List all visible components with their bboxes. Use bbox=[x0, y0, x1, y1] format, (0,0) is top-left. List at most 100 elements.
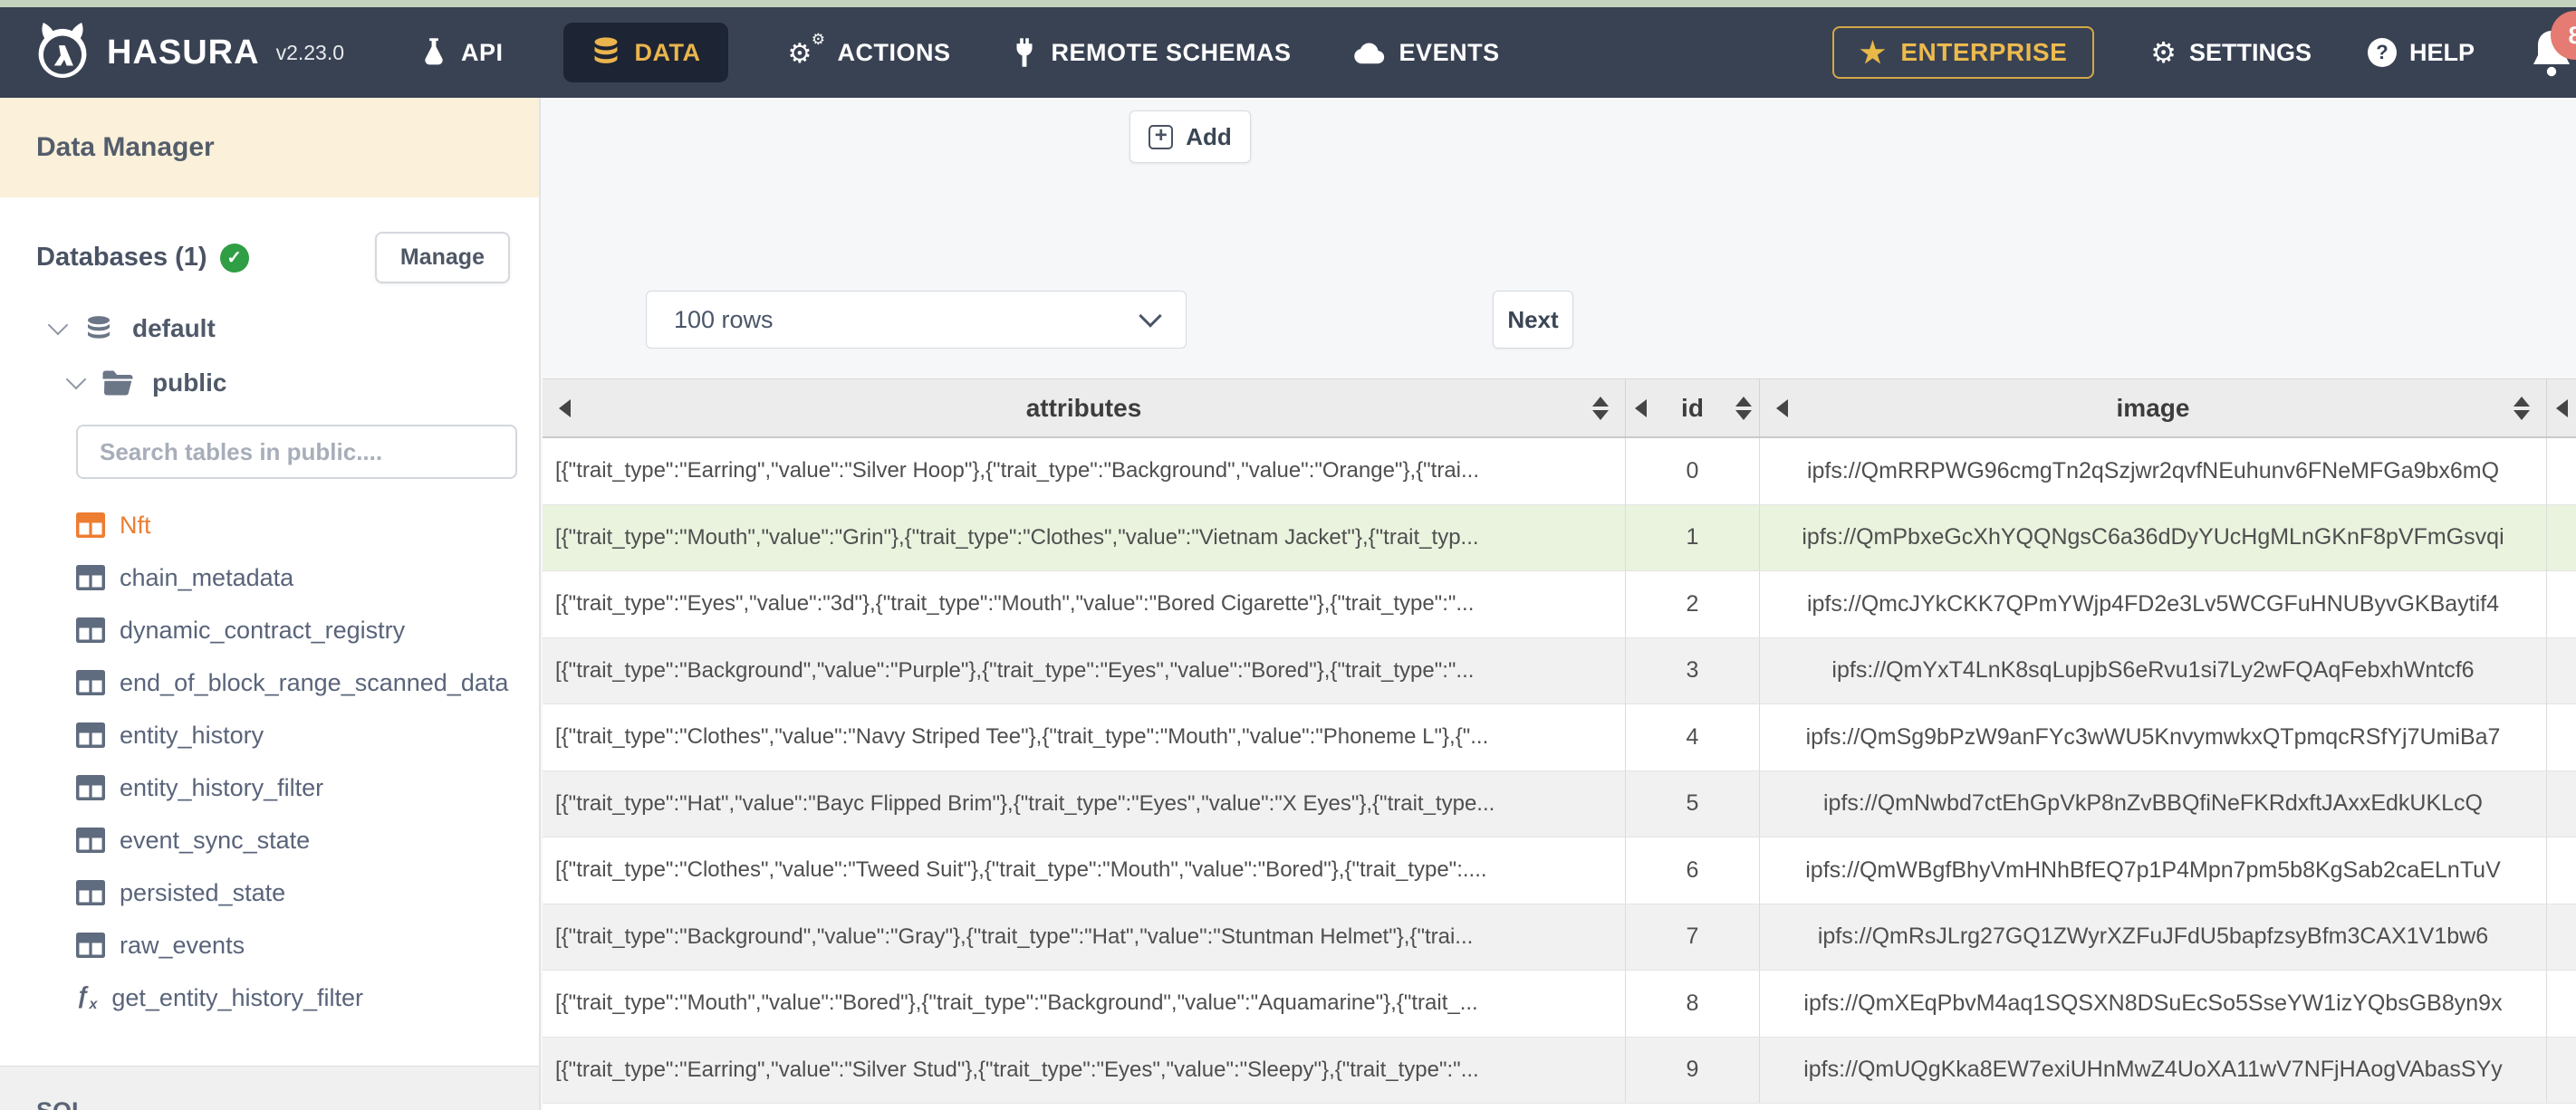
table-row-9[interactable]: [{"trait_type":"Earring","value":"Silver… bbox=[543, 1037, 2576, 1104]
cell-clipped[interactable] bbox=[2547, 438, 2576, 504]
chevron-down-icon[interactable] bbox=[65, 368, 87, 390]
cell-id[interactable]: 9 bbox=[1626, 1037, 1760, 1103]
cell-clipped[interactable] bbox=[2547, 505, 2576, 571]
sql-link[interactable]: SQL bbox=[36, 1097, 539, 1110]
sidebar-table-entity_history_filter[interactable]: entity_history_filter bbox=[0, 761, 539, 814]
cell-image[interactable]: ipfs://QmcJYkCKK7QPmYWjp4FD2e3Lv5WCGFuHN… bbox=[1760, 571, 2547, 637]
cell-image[interactable]: ipfs://QmPbxeGcXhYQQNgsC6a36dDyYUcHgMLnG… bbox=[1760, 504, 2547, 570]
cell-clipped[interactable] bbox=[2547, 771, 2576, 837]
column-header-attributes[interactable]: attributes bbox=[543, 379, 1626, 436]
cell-attributes[interactable]: [{"trait_type":"Earring","value":"Silver… bbox=[543, 1037, 1626, 1103]
cell-clipped[interactable] bbox=[2547, 704, 2576, 770]
cell-id[interactable]: 7 bbox=[1626, 904, 1760, 970]
rows-per-page-select[interactable]: 100 rows bbox=[646, 291, 1187, 349]
collapse-column-icon[interactable] bbox=[1776, 398, 1788, 417]
sidebar-bottom-panel: SQL bbox=[0, 1066, 539, 1110]
collapse-column-icon[interactable] bbox=[559, 398, 571, 417]
cell-attributes[interactable]: [{"trait_type":"Background","value":"Gra… bbox=[543, 904, 1626, 970]
cell-clipped[interactable] bbox=[2547, 1038, 2576, 1104]
sidebar-table-get_entity_history_filter[interactable]: ƒx get_entity_history_filter bbox=[0, 971, 539, 1024]
nav-item-events[interactable]: EVENTS bbox=[1351, 39, 1500, 67]
cell-attributes[interactable]: [{"trait_type":"Eyes","value":"3d"},{"tr… bbox=[543, 571, 1626, 637]
table-row-2[interactable]: [{"trait_type":"Eyes","value":"3d"},{"tr… bbox=[543, 571, 2576, 638]
next-page-button[interactable]: Next bbox=[1493, 291, 1573, 349]
manage-button[interactable]: Manage bbox=[374, 232, 510, 283]
column-header-image[interactable]: image bbox=[1760, 379, 2547, 436]
collapse-column-icon[interactable] bbox=[1635, 398, 1647, 417]
cell-id[interactable]: 6 bbox=[1626, 837, 1760, 904]
table-icon bbox=[76, 933, 105, 958]
cell-attributes[interactable]: [{"trait_type":"Hat","value":"Bayc Flipp… bbox=[543, 770, 1626, 837]
table-row-4[interactable]: [{"trait_type":"Clothes","value":"Navy S… bbox=[543, 704, 2576, 771]
collapse-column-icon[interactable] bbox=[2556, 398, 2568, 417]
cell-clipped[interactable] bbox=[2547, 638, 2576, 704]
sidebar-table-dynamic_contract_registry[interactable]: dynamic_contract_registry bbox=[0, 604, 539, 656]
cell-image[interactable]: ipfs://QmRRPWG96cmgTn2qSzjwr2qvfNEuhunv6… bbox=[1760, 438, 2547, 504]
table-row-3[interactable]: [{"trait_type":"Background","value":"Pur… bbox=[543, 637, 2576, 704]
cell-id[interactable]: 2 bbox=[1626, 571, 1760, 637]
sidebar-table-raw_events[interactable]: raw_events bbox=[0, 919, 539, 971]
tree-item-schema[interactable]: public bbox=[65, 368, 539, 397]
sort-icon[interactable] bbox=[1735, 396, 1752, 420]
enterprise-button[interactable]: ★ ENTERPRISE bbox=[1832, 26, 2095, 79]
cell-image[interactable]: ipfs://QmWBgfBhyVmHNhBfEQ7p1P4Mpn7pm5b8K… bbox=[1760, 837, 2547, 904]
table-row-7[interactable]: [{"trait_type":"Background","value":"Gra… bbox=[543, 904, 2576, 971]
sort-icon[interactable] bbox=[1592, 396, 1609, 420]
cell-attributes[interactable]: [{"trait_type":"Clothes","value":"Tweed … bbox=[543, 837, 1626, 904]
column-title: id bbox=[1681, 393, 1704, 422]
nav-item-data[interactable]: DATA bbox=[562, 23, 728, 82]
column-header-clipped[interactable] bbox=[2547, 379, 2576, 436]
cell-clipped[interactable] bbox=[2547, 971, 2576, 1037]
schema-name[interactable]: public bbox=[152, 368, 226, 397]
add-row-button[interactable]: Add bbox=[1129, 110, 1251, 163]
table-row-8[interactable]: [{"trait_type":"Mouth","value":"Bored"},… bbox=[543, 971, 2576, 1038]
cell-attributes[interactable]: [{"trait_type":"Earring","value":"Silver… bbox=[543, 438, 1626, 504]
nav-item-remote-schemas[interactable]: REMOTE SCHEMAS bbox=[1011, 37, 1292, 68]
cell-clipped[interactable] bbox=[2547, 571, 2576, 637]
table-row-5[interactable]: [{"trait_type":"Hat","value":"Bayc Flipp… bbox=[543, 770, 2576, 837]
cell-attributes[interactable]: [{"trait_type":"Background","value":"Pur… bbox=[543, 637, 1626, 703]
cell-image[interactable]: ipfs://QmRsJLrg27GQ1ZWyrXZFuJFdU5bapfzsy… bbox=[1760, 904, 2547, 970]
cell-image[interactable]: ipfs://QmSg9bPzW9anFYc3wWU5KnvymwkxQTpmq… bbox=[1760, 704, 2547, 770]
table-row-6[interactable]: [{"trait_type":"Clothes","value":"Tweed … bbox=[543, 837, 2576, 904]
sidebar-table-persisted_state[interactable]: persisted_state bbox=[0, 866, 539, 919]
sidebar-table-Nft[interactable]: Nft bbox=[0, 499, 539, 551]
cell-id[interactable]: 3 bbox=[1626, 637, 1760, 703]
cell-attributes[interactable]: [{"trait_type":"Mouth","value":"Grin"},{… bbox=[543, 504, 1626, 570]
database-name[interactable]: default bbox=[132, 314, 216, 343]
cell-image[interactable]: ipfs://QmNwbd7ctEhGpVkP8nZvBBQfiNeFKRdxf… bbox=[1760, 770, 2547, 837]
notifications-button[interactable]: 8 bbox=[2527, 11, 2576, 80]
chevron-down-icon[interactable] bbox=[47, 314, 69, 336]
sidebar-table-event_sync_state[interactable]: event_sync_state bbox=[0, 814, 539, 866]
cell-id[interactable]: 5 bbox=[1626, 770, 1760, 837]
help-button[interactable]: ? HELP bbox=[2367, 38, 2475, 67]
cell-clipped[interactable] bbox=[2547, 904, 2576, 971]
cell-id[interactable]: 1 bbox=[1626, 504, 1760, 570]
column-header-id[interactable]: id bbox=[1626, 379, 1760, 436]
cell-attributes[interactable]: [{"trait_type":"Mouth","value":"Bored"},… bbox=[543, 971, 1626, 1037]
nav-right: ★ ENTERPRISE ⚙ SETTINGS ? HELP 8 bbox=[1832, 11, 2576, 80]
cell-id[interactable]: 0 bbox=[1626, 438, 1760, 504]
sidebar: Data Manager Databases (1) ✓ Manage defa… bbox=[0, 98, 541, 1110]
table-row-1[interactable]: [{"trait_type":"Mouth","value":"Grin"},{… bbox=[543, 504, 2576, 571]
table-icon bbox=[76, 565, 105, 590]
cell-id[interactable]: 8 bbox=[1626, 971, 1760, 1037]
sidebar-table-end_of_block_range_scanned_data[interactable]: end_of_block_range_scanned_data bbox=[0, 656, 539, 709]
nav-item-actions[interactable]: ⚙ ⚙ ACTIONS bbox=[788, 31, 951, 70]
hasura-logo[interactable]: HASURA v2.23.0 bbox=[33, 20, 344, 85]
cell-attributes[interactable]: [{"trait_type":"Clothes","value":"Navy S… bbox=[543, 704, 1626, 770]
settings-button[interactable]: ⚙ SETTINGS bbox=[2150, 38, 2312, 67]
cell-image[interactable]: ipfs://QmXEqPbvM4aq1SQSXN8DSuEcSo5SseYW1… bbox=[1760, 971, 2547, 1037]
table-icon bbox=[76, 828, 105, 853]
sidebar-table-chain_metadata[interactable]: chain_metadata bbox=[0, 551, 539, 604]
cell-image[interactable]: ipfs://QmYxT4LnK8sqLupjbS6eRvu1si7Ly2wFQ… bbox=[1760, 637, 2547, 703]
tree-item-database[interactable]: default bbox=[47, 314, 539, 343]
cell-image[interactable]: ipfs://QmUQgKka8EW7exiUHnMwZ4UoXA11wV7NF… bbox=[1760, 1037, 2547, 1103]
search-input[interactable] bbox=[76, 425, 517, 479]
sort-icon[interactable] bbox=[2514, 396, 2530, 420]
table-row-0[interactable]: [{"trait_type":"Earring","value":"Silver… bbox=[543, 438, 2576, 505]
nav-item-api[interactable]: API bbox=[420, 37, 504, 68]
cell-clipped[interactable] bbox=[2547, 837, 2576, 904]
sidebar-table-entity_history[interactable]: entity_history bbox=[0, 709, 539, 761]
cell-id[interactable]: 4 bbox=[1626, 704, 1760, 770]
